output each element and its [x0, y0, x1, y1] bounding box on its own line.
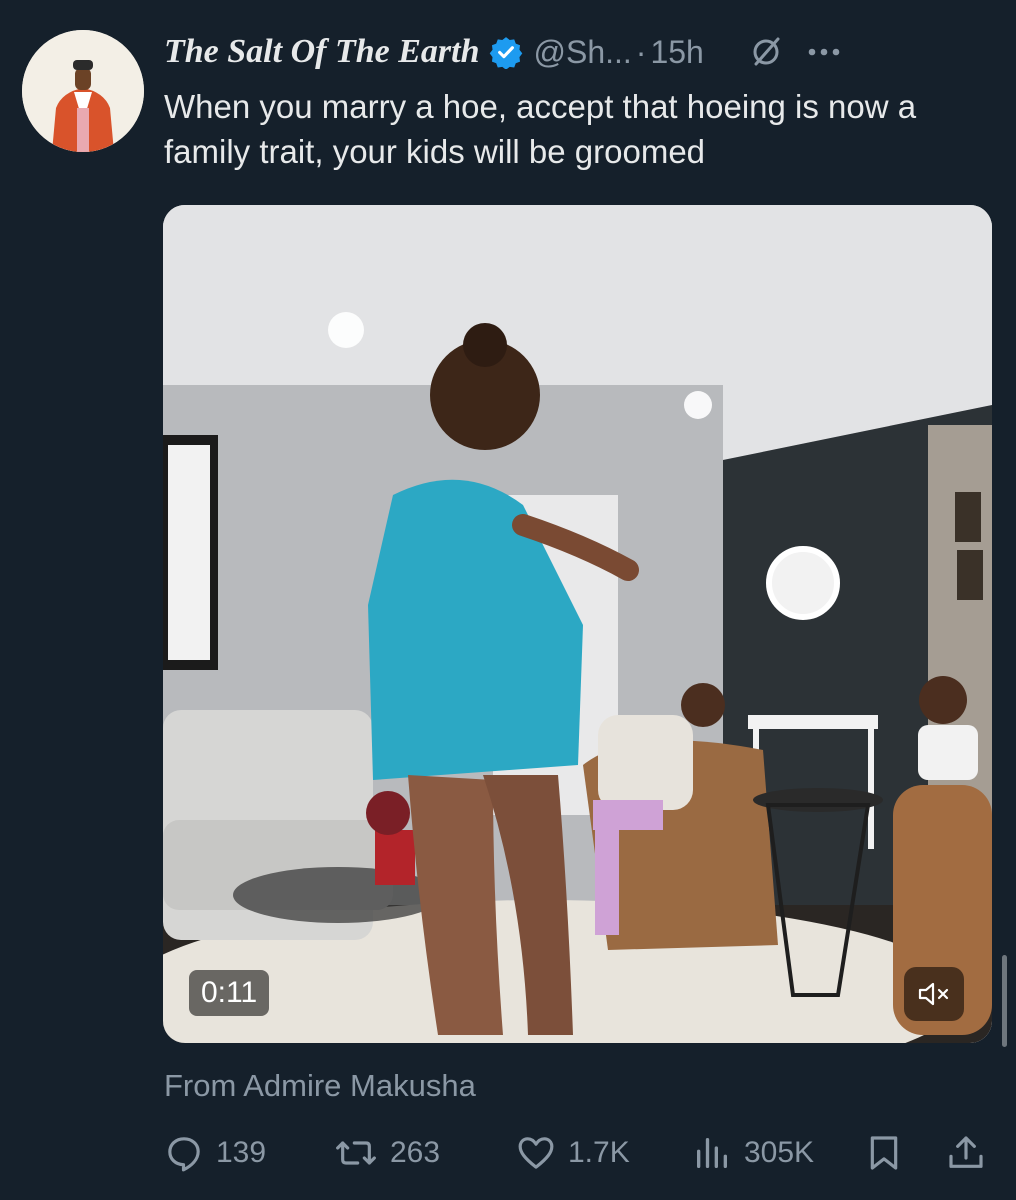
tweet-actions: 139 263 1.7K 305K: [164, 1130, 1000, 1176]
bookmark-button[interactable]: [864, 1130, 916, 1176]
separator-dot: ·: [635, 33, 647, 70]
author-avatar[interactable]: [22, 30, 144, 152]
heart-icon: [518, 1137, 554, 1169]
tweet-text: When you marry a hoe, accept that hoeing…: [164, 88, 917, 170]
grok-icon[interactable]: [748, 34, 784, 70]
views-count: 305K: [744, 1136, 815, 1169]
tweet-time[interactable]: 15h: [650, 34, 703, 71]
like-button[interactable]: 1.7K: [516, 1130, 630, 1176]
repost-count: 263: [390, 1136, 441, 1169]
reply-button[interactable]: 139: [164, 1130, 266, 1176]
tweet-header: The Salt Of The Earth @Sh... · 15h: [164, 30, 1000, 74]
author-name[interactable]: The Salt Of The Earth: [164, 33, 479, 71]
repost-button[interactable]: 263: [334, 1130, 440, 1176]
speaker-muted-icon: [918, 982, 949, 1006]
mute-button[interactable]: [904, 967, 964, 1021]
like-count: 1.7K: [568, 1136, 630, 1169]
video-player[interactable]: 0:11: [163, 205, 992, 1043]
more-icon[interactable]: [804, 32, 844, 72]
verified-badge-icon: [490, 37, 523, 69]
media-source[interactable]: From Admire Makusha: [164, 1068, 476, 1104]
video-frame: [163, 205, 992, 1043]
author-handle[interactable]: @Sh...: [533, 34, 631, 71]
share-icon: [949, 1136, 983, 1168]
bookmark-icon: [870, 1136, 898, 1170]
reply-icon: [168, 1137, 200, 1172]
share-button[interactable]: [946, 1130, 998, 1176]
scrollbar[interactable]: [1002, 955, 1007, 1047]
avatar-image: [22, 30, 144, 152]
repost-icon: [336, 1141, 376, 1165]
views-button[interactable]: 305K: [692, 1130, 814, 1176]
video-duration: 0:11: [189, 970, 270, 1016]
reply-count: 139: [216, 1136, 267, 1169]
views-bar-chart-icon: [697, 1138, 727, 1168]
